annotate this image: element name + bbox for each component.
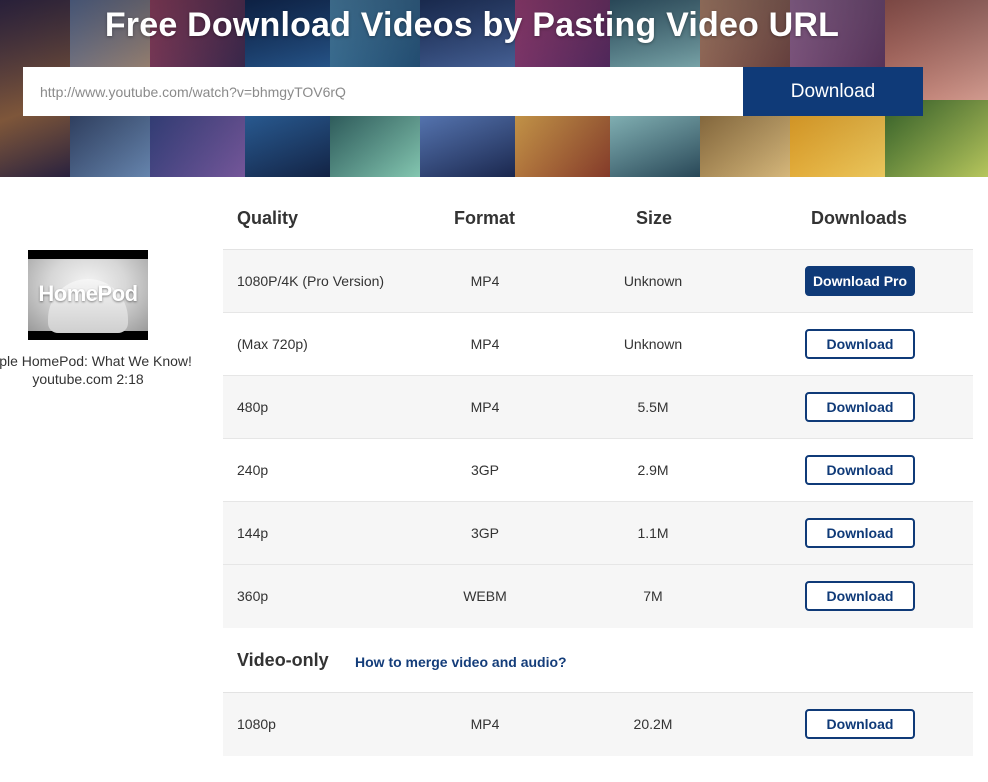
size-cell: 20.2M: [633, 716, 673, 732]
header-quality: Quality: [237, 208, 299, 228]
size-cell: 1.1M: [637, 525, 669, 541]
size-cell: 2.9M: [637, 462, 669, 478]
format-cell: MP4: [470, 716, 500, 732]
download-button[interactable]: Download: [805, 581, 915, 611]
video-thumbnail: HomePod: [28, 250, 148, 340]
video-title: Apple HomePod: What We Know!: [0, 353, 192, 369]
download-button[interactable]: Download: [805, 392, 915, 422]
quality-cell: 240p: [237, 462, 269, 478]
table-row: 1080P/4K (Pro Version) MP4 Unknown Downl…: [223, 250, 973, 313]
header-format: Format: [454, 208, 516, 228]
table-row: (Max 720p) MP4 Unknown Download: [223, 313, 973, 376]
format-cell: WEBM: [463, 588, 507, 604]
table-row: 360p WEBM 7M Download: [223, 565, 973, 628]
download-url-button[interactable]: Download: [743, 67, 923, 116]
video-only-title: Video-only: [237, 650, 329, 670]
table-row: 1080p MP4 20.2M Download: [223, 693, 973, 756]
quality-cell: (Max 720p): [237, 336, 308, 352]
table-header: Quality Format Size Downloads: [223, 187, 973, 250]
thumbnail-caption: HomePod: [38, 281, 138, 306]
merge-help-link[interactable]: How to merge video and audio?: [355, 654, 567, 670]
quality-cell: 1080P/4K (Pro Version): [237, 273, 385, 289]
video-card-clip: HomePod Apple HomePod: What We Know! you…: [0, 250, 210, 410]
page-title: Free Download Videos by Pasting Video UR…: [104, 6, 840, 44]
url-input[interactable]: [23, 67, 743, 116]
format-cell: 3GP: [470, 462, 499, 478]
size-cell: Unknown: [623, 336, 683, 352]
table-row: 144p 3GP 1.1M Download: [223, 502, 973, 565]
format-cell: 3GP: [470, 525, 499, 541]
size-cell: Unknown: [623, 273, 683, 289]
download-button[interactable]: Download: [805, 455, 915, 485]
header-downloads: Downloads: [811, 208, 908, 228]
quality-cell: 360p: [237, 588, 269, 604]
download-pro-button[interactable]: Download Pro: [805, 266, 915, 296]
format-cell: MP4: [470, 273, 500, 289]
download-button[interactable]: Download: [805, 709, 915, 739]
size-cell: 7M: [643, 588, 663, 604]
hero-banner: Free Download Videos by Pasting Video UR…: [0, 0, 988, 177]
format-cell: MP4: [470, 399, 500, 415]
quality-cell: 144p: [237, 525, 269, 541]
format-cell: MP4: [470, 336, 500, 352]
quality-cell: 480p: [237, 399, 269, 415]
header-size: Size: [636, 208, 673, 228]
size-cell: 5.5M: [637, 399, 669, 415]
table-row: 240p 3GP 2.9M Download: [223, 439, 973, 502]
download-table: Quality Format Size Downloads 1080P/4K (…: [223, 187, 973, 756]
video-meta: youtube.com 2:18: [32, 371, 144, 387]
video-only-section-header: Video-only How to merge video and audio?: [223, 628, 973, 693]
table-row: 480p MP4 5.5M Download: [223, 376, 973, 439]
download-button[interactable]: Download: [805, 518, 915, 548]
quality-cell: 1080p: [237, 716, 276, 732]
download-button[interactable]: Download: [805, 329, 915, 359]
